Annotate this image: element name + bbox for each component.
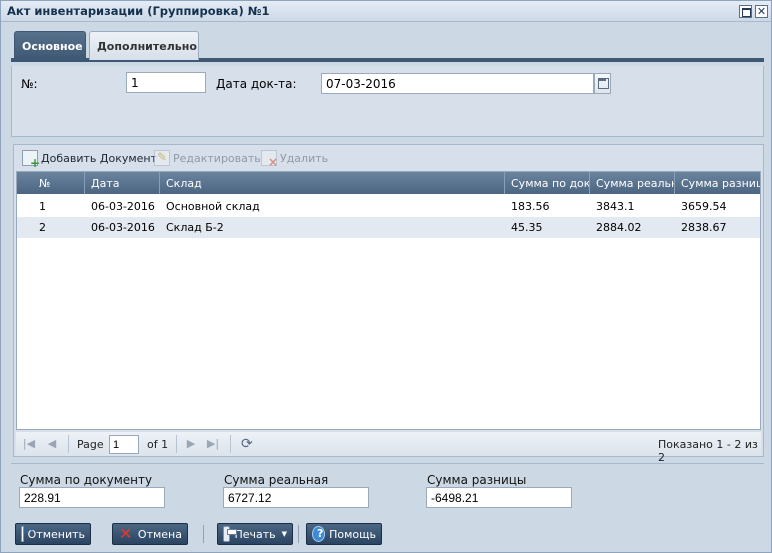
window-titlebar[interactable]: Акт инвентаризации (Группировка) №1 ✕ bbox=[1, 1, 771, 22]
doc-sum-label: Сумма по документу bbox=[20, 473, 153, 487]
cell-warehouse: Основной склад bbox=[166, 200, 260, 213]
first-page-icon[interactable]: |◀ bbox=[22, 437, 36, 451]
toolbar-divider bbox=[203, 525, 204, 543]
date-label: Дата док-та: bbox=[216, 77, 297, 91]
cell-diff-sum: 3659.54 bbox=[681, 200, 727, 213]
cancel-icon bbox=[118, 524, 134, 543]
print-button[interactable]: Печать ▼ bbox=[217, 523, 293, 545]
diff-sum-label: Сумма разницы bbox=[427, 473, 527, 487]
chevron-down-icon: ▼ bbox=[281, 530, 287, 538]
printer-icon bbox=[223, 526, 238, 542]
cancel-button-label: Отмена bbox=[137, 527, 182, 541]
edit-icon bbox=[154, 150, 170, 166]
cell-doc-sum: 45.35 bbox=[511, 221, 543, 234]
revert-button[interactable]: Отменить bbox=[15, 523, 91, 545]
delete-label: Удалить bbox=[280, 151, 329, 165]
cell-doc-sum: 183.56 bbox=[511, 200, 550, 213]
page-number-input[interactable] bbox=[109, 435, 139, 454]
grid-toolbar: Добавить Документ Редактировать Удалить bbox=[14, 145, 763, 171]
real-sum-field[interactable] bbox=[223, 487, 369, 508]
grid-header: № Дата Склад Сумма по документу Сумма ре… bbox=[17, 172, 760, 194]
cell-warehouse: Склад Б-2 bbox=[166, 221, 224, 234]
number-label: №: bbox=[21, 77, 38, 91]
calendar-icon[interactable] bbox=[594, 73, 611, 94]
documents-panel: Добавить Документ Редактировать Удалить … bbox=[13, 144, 764, 464]
help-button-label: Помощь bbox=[329, 527, 376, 541]
edit-label: Редактировать bbox=[173, 151, 261, 165]
pager-divider bbox=[230, 435, 231, 453]
number-field[interactable] bbox=[126, 72, 206, 93]
inventory-act-window: Акт инвентаризации (Группировка) №1 ✕ Ос… bbox=[0, 0, 772, 553]
column-header-date[interactable]: Дата bbox=[85, 172, 160, 194]
close-icon[interactable]: ✕ bbox=[755, 5, 768, 18]
column-header-real-sum[interactable]: Сумма реальная bbox=[590, 172, 675, 194]
last-page-icon[interactable]: ▶| bbox=[206, 437, 220, 451]
add-document-icon bbox=[22, 150, 40, 170]
cell-number: 2 bbox=[39, 221, 46, 234]
edit-button[interactable]: Редактировать bbox=[154, 150, 261, 166]
column-header-doc-sum[interactable]: Сумма по документу bbox=[505, 172, 590, 194]
cancel-button[interactable]: Отмена bbox=[112, 523, 188, 545]
cell-date: 06-03-2016 bbox=[91, 221, 155, 234]
revert-button-label: Отменить bbox=[27, 527, 85, 541]
refresh-icon[interactable]: ⟳ bbox=[241, 436, 257, 452]
next-page-icon[interactable]: ▶ bbox=[184, 437, 198, 451]
delete-icon bbox=[261, 150, 278, 169]
toolbar-divider bbox=[298, 525, 299, 543]
add-document-label: Добавить Документ bbox=[41, 151, 158, 165]
pager-divider bbox=[68, 435, 69, 453]
column-header-diff-sum[interactable]: Сумма разницы bbox=[675, 172, 760, 194]
cell-real-sum: 3843.1 bbox=[596, 200, 635, 213]
add-document-button[interactable]: Добавить Документ bbox=[22, 150, 158, 170]
prev-page-icon[interactable]: ◀ bbox=[45, 437, 59, 451]
table-row[interactable]: 2 06-03-2016 Склад Б-2 45.35 2884.02 283… bbox=[17, 217, 760, 238]
delete-button[interactable]: Удалить bbox=[261, 150, 329, 169]
cell-diff-sum: 2838.67 bbox=[681, 221, 727, 234]
window-title: Акт инвентаризации (Группировка) №1 bbox=[7, 4, 270, 18]
pager-display-info: Показано 1 - 2 из 2 bbox=[658, 438, 758, 464]
tab-additional[interactable]: Дополнительно bbox=[89, 31, 199, 60]
totals-panel: Сумма по документу Сумма реальная Сумма … bbox=[11, 463, 764, 515]
undo-icon bbox=[21, 525, 32, 542]
cell-number: 1 bbox=[39, 200, 46, 213]
page-label: Page bbox=[77, 438, 104, 451]
tab-main[interactable]: Основное bbox=[14, 31, 86, 60]
column-header-warehouse[interactable]: Склад bbox=[160, 172, 505, 194]
doc-sum-field[interactable] bbox=[19, 487, 165, 508]
help-icon bbox=[312, 526, 326, 542]
documents-grid: № Дата Склад Сумма по документу Сумма ре… bbox=[16, 171, 761, 430]
document-form: №: Дата док-та: bbox=[11, 66, 764, 137]
print-button-label: Печать bbox=[234, 527, 276, 541]
grid-pager: |◀ ◀ Page of 1 ▶ ▶| ⟳ Показано 1 - 2 из … bbox=[16, 432, 761, 464]
cell-real-sum: 2884.02 bbox=[596, 221, 642, 234]
page-count-label: of 1 bbox=[147, 438, 169, 451]
maximize-icon[interactable] bbox=[739, 5, 752, 18]
table-row[interactable]: 1 06-03-2016 Основной склад 183.56 3843.… bbox=[17, 196, 760, 217]
pager-divider bbox=[176, 435, 177, 453]
action-bar: Отменить Отмена Печать ▼ Помощь bbox=[1, 519, 771, 552]
help-button[interactable]: Помощь bbox=[306, 523, 382, 545]
column-header-number[interactable]: № bbox=[17, 172, 85, 194]
real-sum-label: Сумма реальная bbox=[224, 473, 329, 487]
date-field[interactable] bbox=[321, 73, 594, 94]
tab-strip: Основное Дополнительно bbox=[11, 29, 764, 62]
diff-sum-field[interactable] bbox=[426, 487, 572, 508]
cell-date: 06-03-2016 bbox=[91, 200, 155, 213]
